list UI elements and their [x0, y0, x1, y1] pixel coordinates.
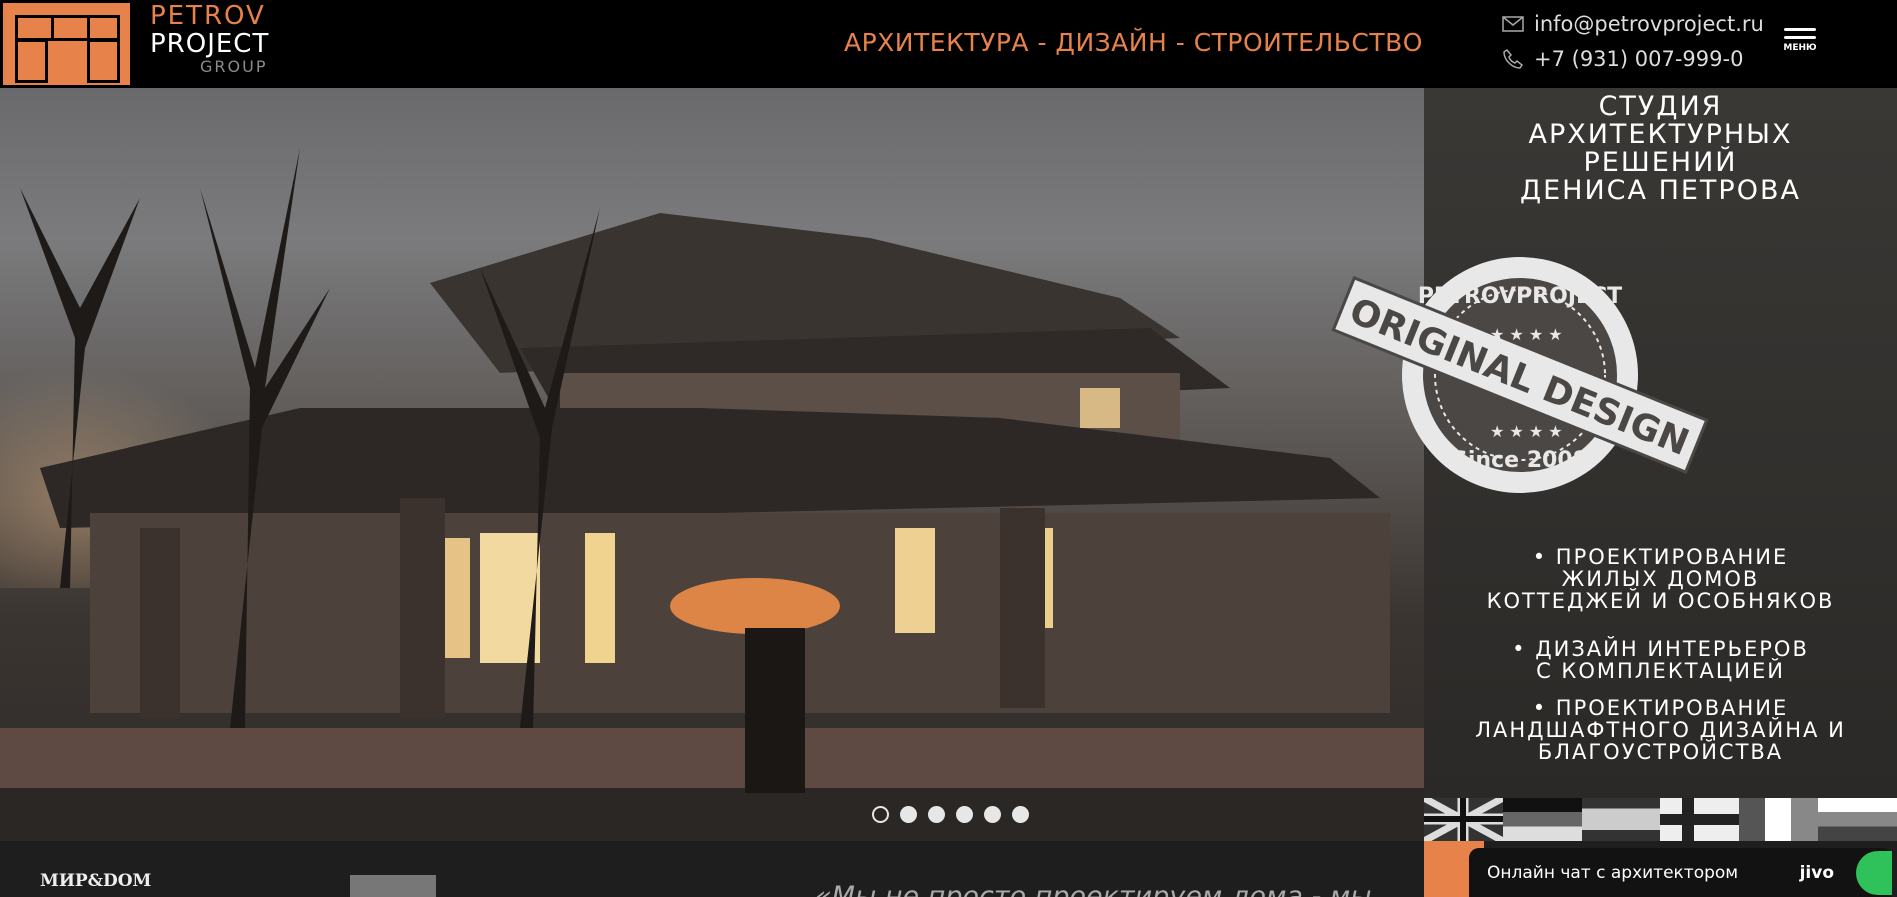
flag-fi-icon[interactable] [1660, 798, 1740, 841]
flag-ru-icon[interactable] [1818, 798, 1897, 841]
studio-title-line: СТУДИЯ [1598, 91, 1723, 122]
service-line: КОТТЕДЖЕЙ И ОСОБНЯКОВ [1486, 589, 1835, 613]
stamp-bottom-text: Since 2008 [1452, 448, 1588, 473]
service-line: • ПРОЕКТИРОВАНИЕ [1532, 696, 1789, 720]
mail-icon [1502, 16, 1524, 32]
flag-es-icon[interactable] [1581, 798, 1661, 841]
chat-widget[interactable]: Онлайн чат с архитектором jivo [1469, 848, 1892, 897]
menu-button[interactable]: МЕНЮ [1780, 28, 1820, 62]
email-text: info@petrovproject.ru [1534, 12, 1764, 36]
service-landscape[interactable]: • ПРОЕКТИРОВАНИЕ ЛАНДШАФТНОГО ДИЗАЙНА И … [1424, 697, 1897, 763]
partner-logo-mirdom[interactable]: МИР&DOM [40, 871, 151, 891]
slider-dot-5[interactable] [984, 806, 1001, 823]
service-architecture[interactable]: • ПРОЕКТИРОВАНИЕ ЖИЛЫХ ДОМОВ КОТТЕДЖЕЙ И… [1424, 546, 1897, 612]
quote-text: «Мы не просто проектируем дома - мы [815, 881, 1372, 897]
slider-dot-4[interactable] [956, 806, 973, 823]
service-line: • ПРОЕКТИРОВАНИЕ [1532, 545, 1789, 569]
flag-uk-graphic [1424, 798, 1503, 841]
brand-name[interactable]: PETROV PROJECT GROUP [150, 3, 269, 75]
brand-line-group: GROUP [200, 57, 268, 76]
logo-mark-top [0, 0, 133, 88]
chat-label: Онлайн чат с архитектором [1487, 862, 1739, 883]
partner-logo-second[interactable] [350, 875, 436, 897]
service-line: ЖИЛЫХ ДОМОВ [1561, 567, 1760, 591]
studio-title-line: ДЕНИСА ПЕТРОВА [1520, 175, 1801, 206]
studio-title-line: РЕШЕНИЙ [1583, 147, 1738, 178]
stamp-star-icon: ★ ★ ★ ★ [1490, 325, 1563, 344]
service-line: • ДИЗАЙН ИНТЕРЬЕРОВ [1512, 637, 1809, 661]
language-switcher [1424, 798, 1897, 841]
slider-dot-6[interactable] [1012, 806, 1029, 823]
flag-fi-graphic [1660, 798, 1740, 841]
original-design-stamp: PETROVPROJECT ORIGINAL DESIGN Since 2008… [1331, 257, 1709, 493]
header-tagline: АРХИТЕКТУРА - ДИЗАЙН - СТРОИТЕЛЬСТВО [844, 28, 1423, 57]
service-line: С КОМПЛЕКТАЦИЕЙ [1536, 659, 1785, 683]
stamp-star-icon: ★ ★ ★ ★ [1490, 422, 1563, 441]
email-link[interactable]: info@petrovproject.ru [1502, 12, 1764, 36]
slider-dot-3[interactable] [928, 806, 945, 823]
slider-dots [872, 806, 1029, 823]
service-line: БЛАГОУСТРОЙСТВА [1537, 740, 1784, 764]
brand-line-petrov: PETROV [150, 1, 266, 31]
phone-link[interactable]: +7 (931) 007-999-0 [1502, 47, 1743, 71]
jivo-logo: jivo [1799, 862, 1834, 883]
menu-label: МЕНЮ [1783, 43, 1817, 53]
phone-icon [1503, 48, 1524, 69]
stamp-top-text: PETROVPROJECT [1418, 284, 1622, 309]
brand-line-project: PROJECT [150, 29, 270, 59]
studio-title-line: АРХИТЕКТУРНЫХ [1528, 119, 1793, 150]
phone-text: +7 (931) 007-999-0 [1534, 47, 1744, 71]
service-line: ЛАНДШАФТНОГО ДИЗАЙНА И [1475, 718, 1846, 742]
hamburger-icon-bar [1784, 36, 1816, 39]
hero-slider[interactable] [0, 88, 1424, 841]
service-interior[interactable]: • ДИЗАЙН ИНТЕРЬЕРОВ С КОМПЛЕКТАЦИЕЙ [1424, 638, 1897, 682]
slider-dot-2[interactable] [900, 806, 917, 823]
hero-illustration [0, 148, 1424, 841]
flag-uk-icon[interactable] [1424, 798, 1503, 841]
chat-bubble-icon[interactable] [1856, 851, 1892, 895]
slider-dot-1[interactable] [872, 806, 889, 823]
flag-fr-icon[interactable] [1739, 798, 1819, 841]
flag-de-icon[interactable] [1502, 798, 1582, 841]
studio-title: СТУДИЯ АРХИТЕКТУРНЫХ РЕШЕНИЙ ДЕНИСА ПЕТР… [1424, 93, 1897, 205]
hamburger-icon [1784, 28, 1816, 31]
site-header: PETROV PROJECT GROUP АРХИТЕКТУРА - ДИЗАЙ… [0, 0, 1897, 172]
